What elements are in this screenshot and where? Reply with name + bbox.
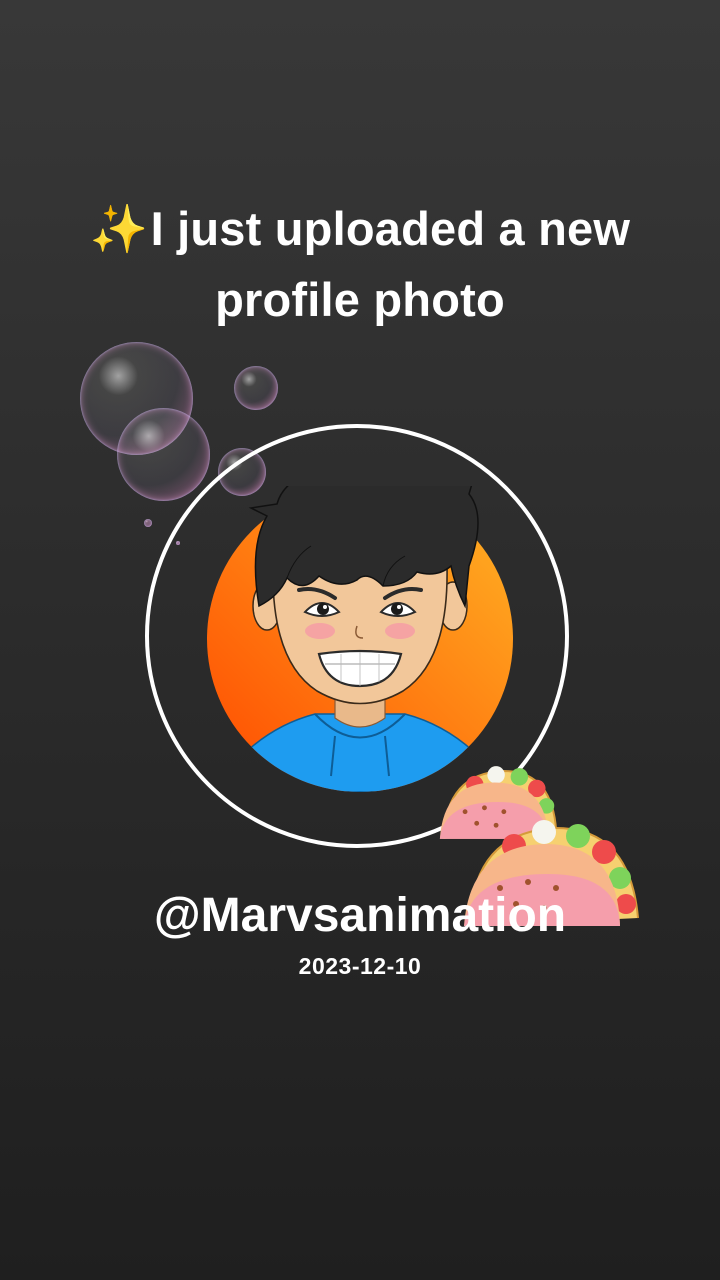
bubble-icon <box>144 519 152 527</box>
bubble-icon <box>117 408 210 501</box>
username[interactable]: @Marvsanimation <box>60 887 660 945</box>
bubble-icon <box>234 366 278 410</box>
sparkles-icon: ✨ <box>89 202 149 255</box>
post-date: 2023-12-10 <box>298 953 422 979</box>
profile-avatar[interactable] <box>207 486 513 792</box>
story-screen: ✨I just uploaded a new profile photo @Ma… <box>0 0 720 1280</box>
headline-text: I just uploaded a new profile photo <box>150 202 631 326</box>
headline: ✨I just uploaded a new profile photo <box>60 193 660 335</box>
